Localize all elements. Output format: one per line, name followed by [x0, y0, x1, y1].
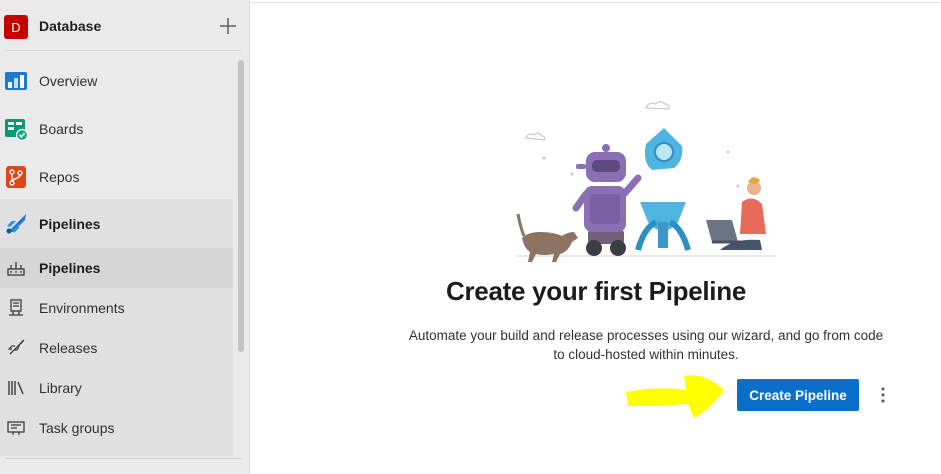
environments-icon	[7, 299, 25, 317]
project-name[interactable]: Database	[39, 18, 101, 34]
project-header[interactable]: D Database	[0, 0, 250, 52]
pipelines-icon	[4, 212, 28, 236]
nav-item-boards[interactable]: Boards	[0, 116, 233, 142]
page-title: Create your first Pipeline	[446, 276, 746, 306]
nav-item-label: Boards	[39, 121, 84, 137]
nav-item-label: Environments	[39, 300, 125, 316]
nav-item-pipelines[interactable]: Pipelines	[0, 210, 233, 238]
sub-nav-item-environments[interactable]: Environments	[0, 296, 233, 320]
overview-icon	[4, 69, 28, 93]
sub-nav-item-library[interactable]: Library	[0, 376, 233, 400]
left-navigation: D Database Overview Boards Repos Pipelin…	[0, 0, 250, 474]
main-content: Create your first Pipeline Automate your…	[251, 0, 941, 474]
nav-item-label: Task groups	[39, 420, 115, 436]
pipeline-list-icon	[7, 259, 25, 277]
pipeline-illustration	[506, 90, 786, 262]
nav-item-label: Releases	[39, 340, 98, 356]
sidebar-scrollbar[interactable]	[238, 60, 244, 352]
task-groups-icon	[7, 419, 25, 437]
project-avatar: D	[4, 15, 28, 39]
create-pipeline-button[interactable]: Create Pipeline	[737, 379, 859, 411]
nav-item-label: Library	[39, 380, 82, 396]
divider	[6, 458, 241, 459]
boards-icon	[4, 117, 29, 142]
nav-item-label: Pipelines	[39, 216, 101, 232]
sub-nav-item-pipelines[interactable]: Pipelines	[0, 248, 233, 288]
nav-item-label: Overview	[39, 73, 98, 89]
repos-icon	[4, 165, 28, 189]
divider	[6, 50, 241, 51]
nav-item-label: Repos	[39, 169, 80, 185]
more-vertical-icon[interactable]	[873, 382, 893, 408]
sub-nav-item-task-groups[interactable]: Task groups	[0, 416, 233, 440]
releases-icon	[7, 339, 25, 357]
plus-icon[interactable]	[218, 16, 238, 36]
annotation-arrow	[624, 368, 728, 420]
nav-item-label: Pipelines	[39, 260, 101, 276]
nav-item-repos[interactable]: Repos	[0, 164, 233, 190]
nav-item-overview[interactable]: Overview	[0, 68, 233, 94]
library-icon	[7, 379, 25, 397]
page-description: Automate your build and release processe…	[408, 328, 884, 362]
divider	[251, 2, 941, 3]
sub-nav-item-releases[interactable]: Releases	[0, 336, 233, 360]
